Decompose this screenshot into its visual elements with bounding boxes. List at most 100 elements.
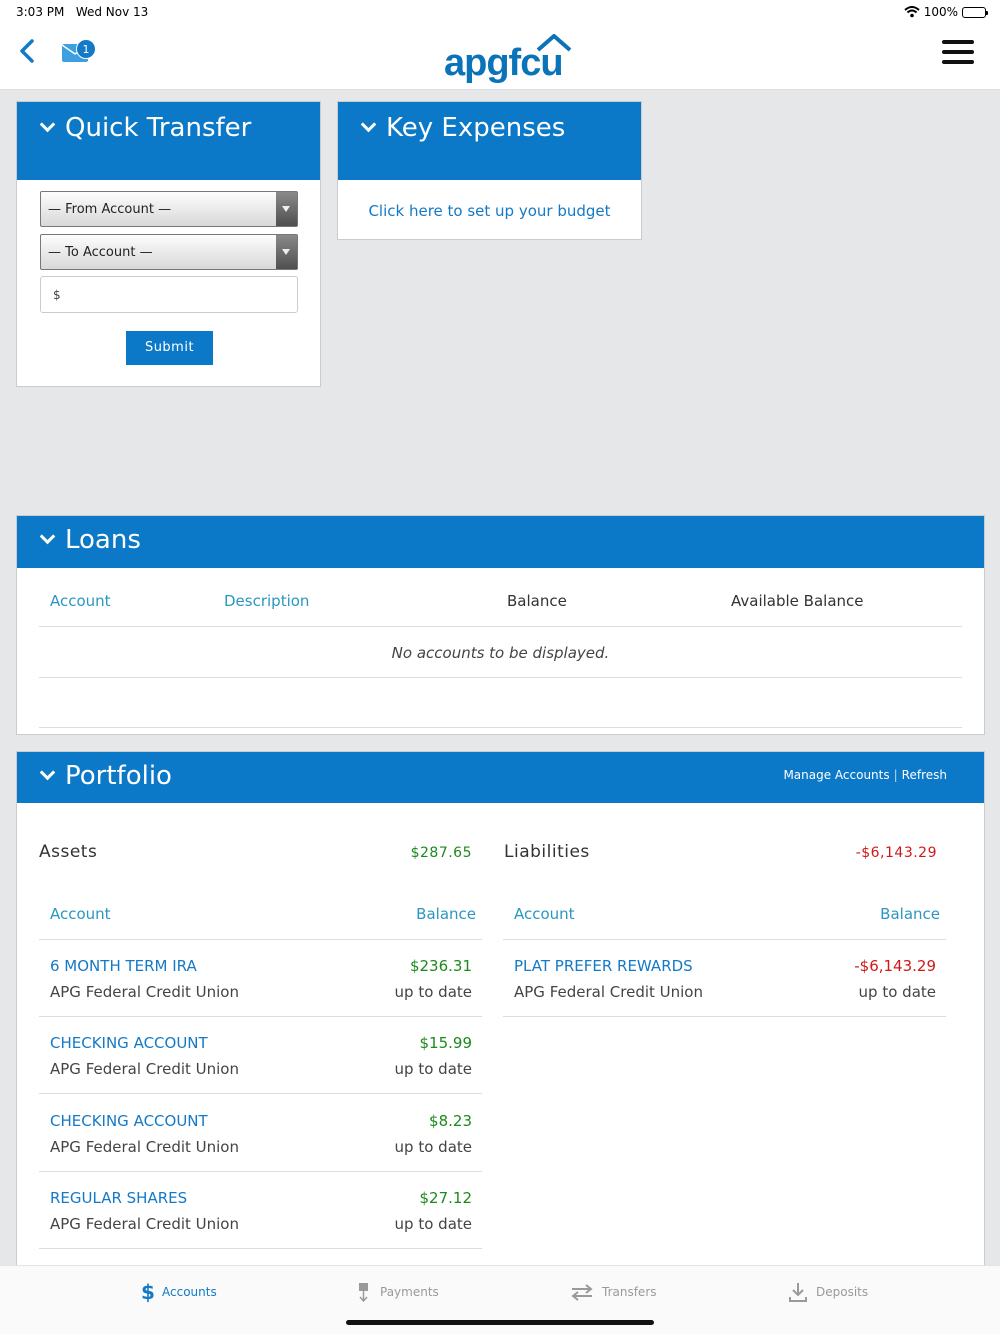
- tab-label: Deposits: [816, 1285, 869, 1299]
- account-name[interactable]: CHECKING ACCOUNT: [50, 1112, 208, 1130]
- logo-text: apgfcu: [444, 42, 564, 84]
- account-status: up to date: [394, 1060, 472, 1078]
- account-status: up to date: [394, 1215, 472, 1233]
- account-status: up to date: [394, 983, 472, 1001]
- account-name[interactable]: CHECKING ACCOUNT: [50, 1034, 208, 1052]
- liabilities-col-account[interactable]: Account: [514, 905, 575, 923]
- back-button[interactable]: [14, 36, 42, 66]
- status-right: 100%: [904, 5, 988, 19]
- quick-transfer-header[interactable]: Quick Transfer: [17, 102, 320, 180]
- divider: [503, 939, 946, 940]
- liabilities-col-balance[interactable]: Balance: [839, 905, 940, 923]
- tab-accounts[interactable]: $ Accounts: [140, 1280, 217, 1304]
- status-time: 3:03 PM Wed Nov 13: [16, 5, 148, 19]
- menu-button[interactable]: [942, 40, 974, 64]
- assets-total: $287.65: [410, 845, 472, 861]
- account-status: up to date: [858, 983, 936, 1001]
- panel-title: Portfolio: [65, 761, 172, 791]
- key-expenses-panel: Key Expenses Click here to set up your b…: [337, 101, 642, 240]
- tab-payments[interactable]: Payments: [356, 1280, 439, 1304]
- panel-title: Loans: [65, 525, 141, 555]
- amount-prefix: $: [53, 288, 61, 302]
- tab-transfers[interactable]: Transfers: [570, 1280, 657, 1304]
- messages-button[interactable]: 1: [62, 38, 98, 64]
- liabilities-title: Liabilities: [504, 842, 590, 862]
- portfolio-panel: Portfolio Manage Accounts | Refresh Assets…: [16, 751, 985, 1334]
- date-text: Wed Nov 13: [75, 5, 149, 19]
- transfer-arrows-icon: [571, 1284, 593, 1301]
- divider: [39, 1171, 482, 1172]
- assets-col-balance[interactable]: Balance: [375, 905, 476, 923]
- account-institution: APG Federal Credit Union: [50, 983, 239, 1001]
- divider: [39, 1093, 482, 1094]
- menu-line: [942, 40, 974, 44]
- refresh-link[interactable]: Refresh: [902, 768, 947, 782]
- wifi-icon: [904, 6, 920, 18]
- to-account-value: — To Account —: [48, 245, 153, 260]
- portfolio-header[interactable]: Portfolio Manage Accounts | Refresh: [17, 752, 984, 803]
- account-institution: APG Federal Credit Union: [514, 983, 703, 1001]
- setup-budget-link[interactable]: Click here to set up your budget: [338, 202, 641, 220]
- col-header-description[interactable]: Description: [224, 592, 309, 610]
- download-icon: [789, 1283, 807, 1302]
- account-balance: $236.31: [409, 957, 472, 975]
- account-balance: $27.12: [419, 1189, 473, 1207]
- col-header-available-balance: Available Balance: [731, 592, 864, 610]
- account-name[interactable]: PLAT PREFER REWARDS: [514, 957, 693, 975]
- chevron-down-icon: [39, 116, 56, 133]
- menu-line: [942, 60, 974, 64]
- dropdown-arrow-icon: [276, 235, 297, 269]
- account-institution: APG Federal Credit Union: [50, 1215, 239, 1233]
- time-text: 3:03 PM: [16, 5, 65, 19]
- divider: [39, 677, 962, 678]
- from-account-select[interactable]: — From Account —: [40, 191, 298, 227]
- home-indicator[interactable]: [346, 1320, 654, 1325]
- amount-input[interactable]: $: [40, 276, 298, 313]
- submit-button[interactable]: Submit: [126, 331, 213, 365]
- account-balance: $15.99: [419, 1034, 473, 1052]
- assets-col-account[interactable]: Account: [50, 905, 111, 923]
- divider: [39, 727, 962, 728]
- status-bar: 3:03 PM Wed Nov 13 100%: [0, 0, 1000, 24]
- apgfcu-logo: apgfcu: [440, 30, 580, 84]
- tab-label: Accounts: [162, 1285, 217, 1299]
- account-name[interactable]: 6 MONTH TERM IRA: [50, 957, 197, 975]
- app-header: 1 apgfcu: [0, 24, 1000, 90]
- tab-deposits[interactable]: Deposits: [788, 1280, 868, 1304]
- chevron-left-icon: [20, 39, 34, 63]
- account-institution: APG Federal Credit Union: [50, 1138, 239, 1156]
- quick-transfer-panel: Quick Transfer — From Account — — To Acc…: [16, 101, 321, 387]
- liabilities-total: -$6,143.29: [855, 845, 937, 861]
- tab-label: Transfers: [602, 1285, 657, 1299]
- account-balance: $8.23: [429, 1112, 472, 1130]
- loans-panel: Loans Account Description Balance Availa…: [16, 515, 985, 735]
- panel-title: Quick Transfer: [65, 113, 252, 143]
- unread-count-badge: 1: [76, 39, 96, 59]
- account-balance: -$6,143.29: [854, 957, 936, 975]
- battery-percent: 100%: [923, 5, 958, 19]
- link-separator: |: [893, 768, 898, 782]
- dollar-icon: $: [141, 1281, 154, 1303]
- empty-message: No accounts to be displayed.: [391, 644, 610, 662]
- manage-accounts-link[interactable]: Manage Accounts: [783, 768, 889, 782]
- battery-icon: [962, 6, 988, 18]
- account-institution: APG Federal Credit Union: [50, 1060, 239, 1078]
- portfolio-links: Manage Accounts | Refresh: [783, 768, 947, 782]
- dropdown-arrow-icon: [276, 192, 297, 226]
- divider: [39, 1016, 482, 1017]
- payments-icon: [359, 1283, 368, 1303]
- col-header-balance: Balance: [507, 592, 567, 610]
- tab-label: Payments: [380, 1285, 439, 1299]
- menu-line: [942, 50, 974, 54]
- account-name[interactable]: REGULAR SHARES: [50, 1189, 187, 1207]
- col-header-account[interactable]: Account: [50, 592, 111, 610]
- to-account-select[interactable]: — To Account —: [40, 234, 298, 270]
- loans-header[interactable]: Loans: [17, 516, 984, 568]
- panel-title: Key Expenses: [386, 113, 566, 143]
- chevron-down-icon: [360, 116, 377, 133]
- svg-text:$: $: [141, 1281, 154, 1303]
- account-status: up to date: [394, 1138, 472, 1156]
- key-expenses-header[interactable]: Key Expenses: [338, 102, 641, 180]
- divider: [39, 626, 962, 627]
- divider: [39, 939, 482, 940]
